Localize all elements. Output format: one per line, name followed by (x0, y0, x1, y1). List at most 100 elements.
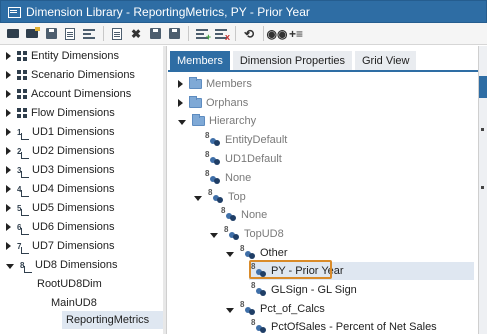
expand-arrow-icon[interactable] (6, 90, 11, 98)
tree-item-ud7-dimensions[interactable]: 7 UD7 Dimensions (6, 237, 115, 255)
tree-item-label: UD8 Dimensions (35, 259, 118, 271)
expand-arrow-icon[interactable] (6, 52, 11, 60)
tree-item-ud8-dimensions[interactable]: 8 UD8 Dimensions (6, 256, 118, 274)
member-tree-item-pctofsales[interactable]: 8 PctOfSales - Percent of Net Sales (251, 318, 437, 334)
tree-item-ud3-dimensions[interactable]: 3 UD3 Dimensions (6, 161, 115, 179)
member-icon: 8 (205, 132, 221, 146)
collapse-arrow-icon[interactable] (226, 307, 234, 313)
tree-item-account-dimensions[interactable]: Account Dimensions (6, 85, 131, 103)
collapse-arrow-icon[interactable] (194, 195, 202, 201)
tree-item-label: Account Dimensions (31, 88, 132, 100)
expand-arrow-icon[interactable] (6, 223, 11, 231)
tab-members[interactable]: Members (170, 51, 230, 70)
tree-item-entity-dimensions[interactable]: Entity Dimensions (6, 47, 119, 65)
tree-item-label: UD5 Dimensions (32, 202, 115, 214)
member-tree-item-topud8[interactable]: 8 TopUD8 (210, 225, 284, 243)
tab-grid-view[interactable]: Grid View (355, 51, 417, 70)
refresh-icon[interactable]: ⟲ (240, 25, 258, 43)
tree-item-label: UD1 Dimensions (32, 126, 115, 138)
member-tree-item-top[interactable]: 8 Top (194, 188, 246, 206)
ud-icon: 1 (17, 128, 29, 140)
dimension-tree-pane: Entity Dimensions Scenario Dimensions Ac… (0, 46, 167, 334)
member-icon: 8 (205, 170, 221, 184)
dimension-list-icon[interactable] (80, 25, 98, 43)
expand-arrow-icon[interactable] (6, 71, 11, 79)
member-icon: 8 (240, 301, 256, 315)
ud-icon: 5 (17, 204, 29, 216)
save-icon[interactable] (42, 25, 60, 43)
tree-item-mainud8[interactable]: MainUD8 (51, 294, 97, 312)
tree-item-ud6-dimensions[interactable]: 6 UD6 Dimensions (6, 218, 115, 236)
window-titlebar: Dimension Library - ReportingMetrics, PY… (0, 0, 487, 23)
new-folder-icon[interactable] (4, 25, 22, 43)
member-tree-item-hierarchy[interactable]: Hierarchy (178, 112, 256, 130)
edit-document-icon[interactable] (61, 25, 79, 43)
expand-arrow-icon[interactable] (6, 166, 11, 174)
folder-icon (192, 114, 205, 126)
expand-arrow-icon[interactable] (178, 80, 183, 88)
tab-bar: Members Dimension Properties Grid View (170, 51, 419, 71)
member-label: PctOfSales - Percent of Net Sales (271, 321, 437, 333)
ud-icon: 8 (20, 261, 32, 273)
member-label: TopUD8 (244, 228, 284, 240)
member-tree-item-pct-of-calcs[interactable]: 8 Pct_of_Calcs (226, 300, 325, 318)
app-icon (7, 5, 21, 18)
search-icon[interactable]: ◉◉ (267, 25, 288, 43)
open-folder-icon[interactable] (23, 25, 41, 43)
ud-icon: 2 (17, 147, 29, 159)
tree-item-ud4-dimensions[interactable]: 4 UD4 Dimensions (6, 180, 115, 198)
delete-icon[interactable]: ✖ (127, 25, 145, 43)
member-tree-item-none-2[interactable]: 8 None (221, 206, 267, 224)
collapse-arrow-icon[interactable] (210, 232, 218, 238)
member-tree-item-ud1default[interactable]: 8 UD1Default (205, 150, 282, 168)
tree-item-label: UD2 Dimensions (32, 145, 115, 157)
move-icon[interactable]: +≡ (287, 25, 305, 43)
ud-icon: 3 (17, 166, 29, 178)
member-icon: 8 (224, 226, 240, 240)
toolbar-separator (103, 26, 104, 41)
tree-item-label: RootUD8Dim (37, 278, 102, 290)
member-tree-item-entitydefault[interactable]: 8 EntityDefault (205, 131, 287, 149)
tree-item-label: MainUD8 (51, 297, 97, 309)
tree-item-flow-dimensions[interactable]: Flow Dimensions (6, 104, 115, 122)
member-icon: 8 (251, 282, 267, 296)
tree-item-ud2-dimensions[interactable]: 2 UD2 Dimensions (6, 142, 115, 160)
member-label: Members (206, 78, 252, 90)
toolbar: ✖ + x ⟲ ◉◉ +≡ (0, 23, 487, 45)
member-label: Top (228, 191, 246, 203)
tree-item-rootud8dim[interactable]: RootUD8Dim (37, 275, 102, 293)
expand-arrow-icon[interactable] (6, 147, 11, 155)
expand-arrow-icon[interactable] (6, 185, 11, 193)
toolbar-separator (188, 26, 189, 41)
tree-item-scenario-dimensions[interactable]: Scenario Dimensions (6, 66, 135, 84)
expand-arrow-icon[interactable] (178, 99, 183, 107)
member-tree-item-orphans[interactable]: Orphans (178, 94, 248, 112)
tree-item-label: UD6 Dimensions (32, 221, 115, 233)
ud-icon: 6 (17, 223, 29, 235)
member-tree-item-glsign[interactable]: 8 GLSign - GL Sign (251, 281, 357, 299)
copy-icon[interactable] (108, 25, 126, 43)
dimension-icon (17, 89, 27, 99)
folder-icon (189, 77, 202, 89)
remove-member-icon[interactable]: x (212, 25, 230, 43)
left-pane-scrollbar[interactable] (163, 46, 166, 334)
member-tree-item-members[interactable]: Members (178, 75, 252, 93)
tab-dimension-properties[interactable]: Dimension Properties (232, 51, 352, 70)
collapse-arrow-icon[interactable] (178, 119, 186, 125)
expand-arrow-icon[interactable] (6, 109, 11, 117)
add-member-icon[interactable]: + (193, 25, 211, 43)
tree-item-reportingmetrics[interactable]: ReportingMetrics (62, 311, 164, 329)
expand-arrow-icon[interactable] (6, 128, 11, 136)
member-icon: 8 (208, 189, 224, 203)
member-icon: 8 (221, 207, 237, 221)
member-tree-item-none[interactable]: 8 None (205, 169, 251, 187)
save-all-icon[interactable] (146, 25, 164, 43)
print-icon[interactable] (165, 25, 183, 43)
member-label: Hierarchy (209, 115, 257, 127)
expand-arrow-icon[interactable] (6, 242, 11, 250)
tree-item-ud5-dimensions[interactable]: 5 UD5 Dimensions (6, 199, 115, 217)
collapse-arrow-icon[interactable] (226, 251, 234, 257)
expand-arrow-icon[interactable] (6, 204, 11, 212)
collapse-arrow-icon[interactable] (6, 263, 14, 269)
tree-item-ud1-dimensions[interactable]: 1 UD1 Dimensions (6, 123, 115, 141)
